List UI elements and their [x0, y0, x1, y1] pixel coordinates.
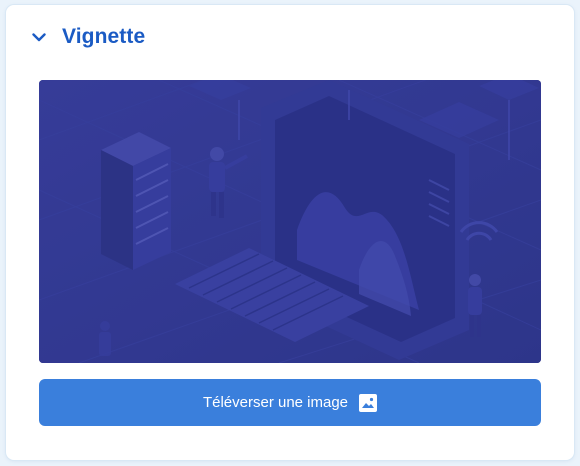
- thumbnail-image: [39, 80, 541, 363]
- panel-header[interactable]: Vignette: [30, 19, 145, 55]
- thumbnail-panel: Vignette Téléverser une image: [6, 5, 574, 460]
- chevron-down-icon[interactable]: [30, 28, 48, 46]
- image-icon: [359, 393, 378, 412]
- upload-image-button[interactable]: Téléverser une image: [39, 379, 541, 426]
- panel-title: Vignette: [62, 25, 146, 48]
- upload-button-label: Téléverser une image: [202, 394, 349, 411]
